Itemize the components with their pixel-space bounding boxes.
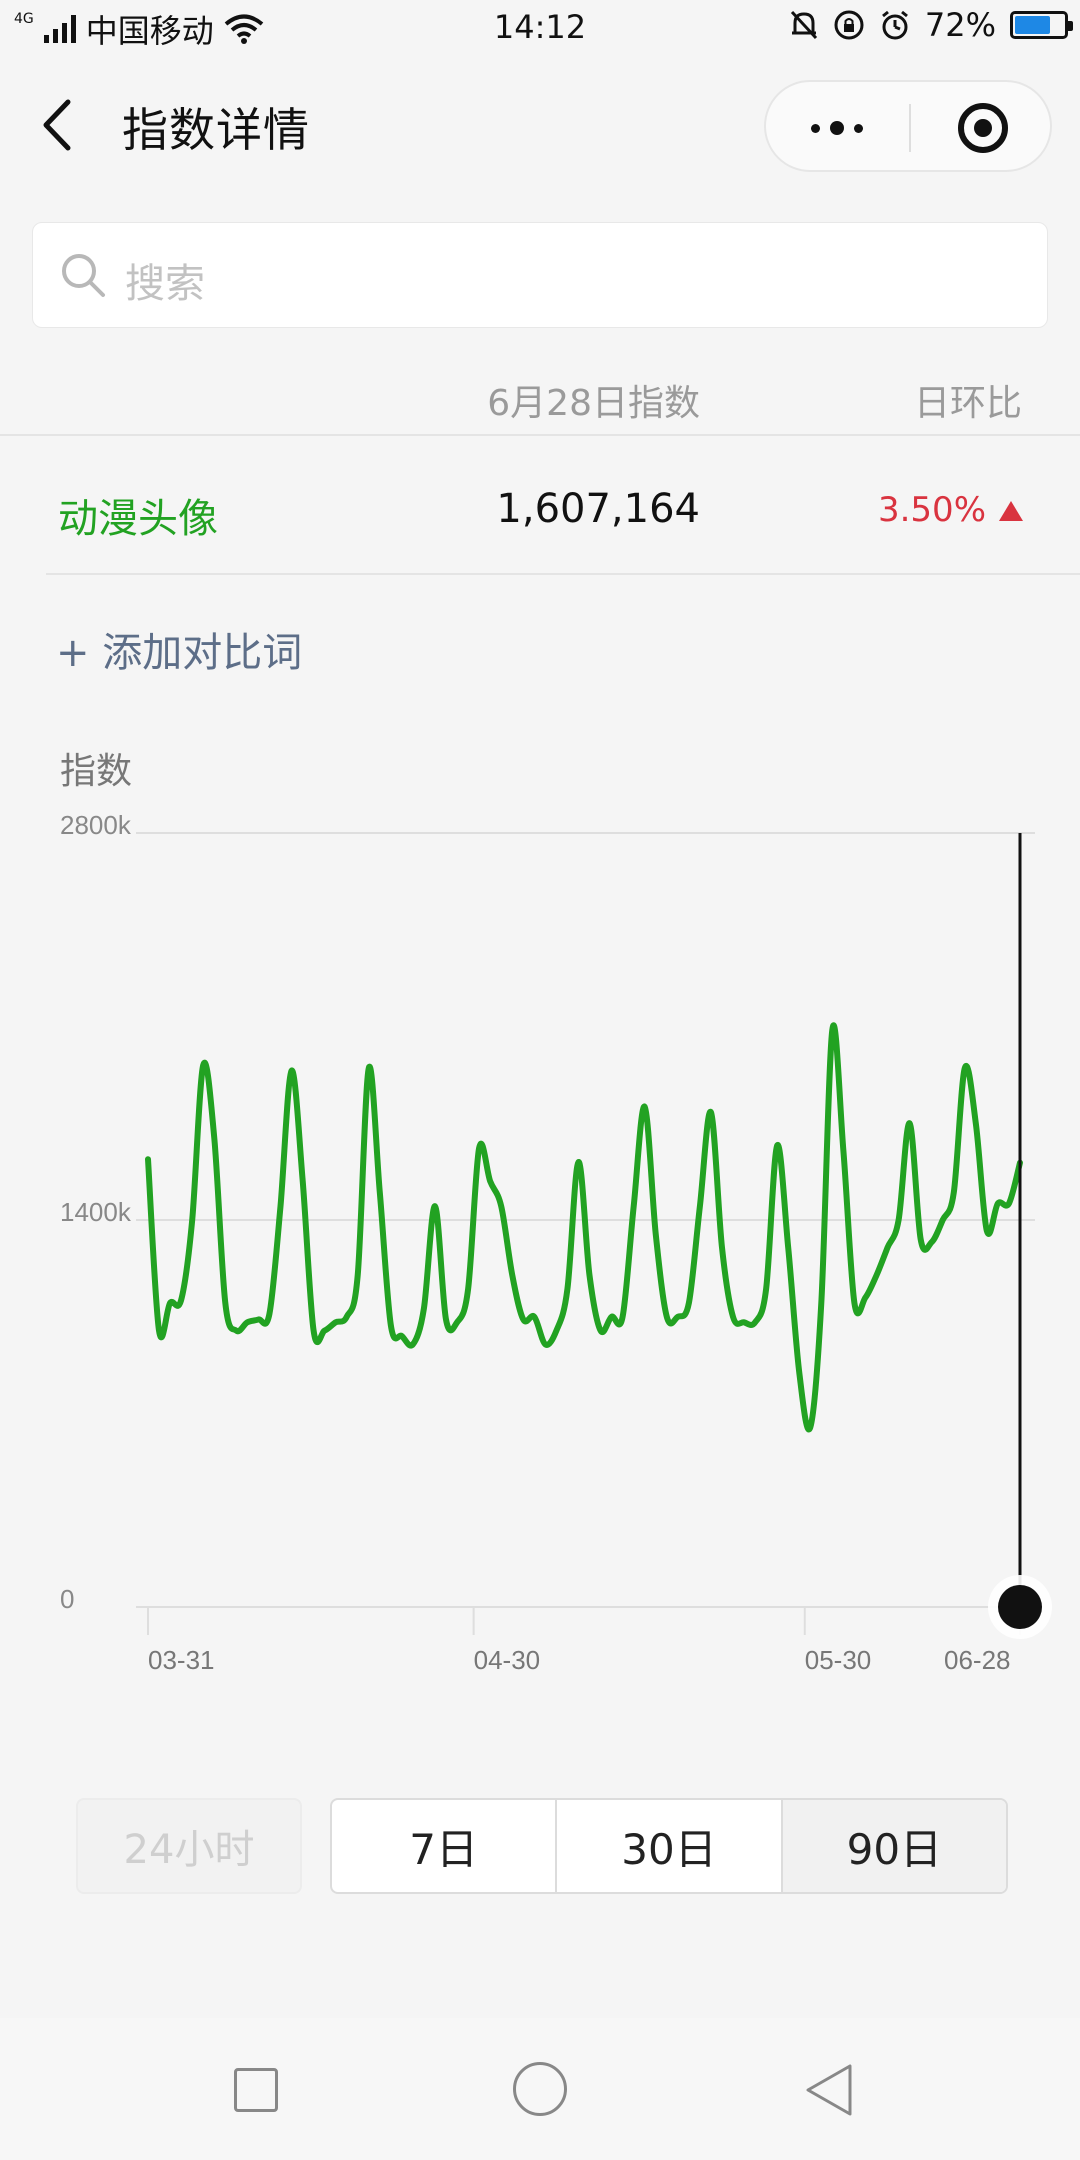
more-button[interactable] [766,82,908,174]
page-title: 指数详情 [122,103,310,157]
trend-up-icon [999,501,1023,521]
range-24h-button[interactable]: 24小时 [76,1798,302,1894]
navbar: 指数详情 [0,70,1080,180]
series-line [145,1022,1023,1433]
search-placeholder: 搜索 [125,261,205,307]
rotation-lock-icon [834,10,864,40]
status-right: 72% [789,6,1073,44]
search-input[interactable]: 搜索 [32,222,1048,328]
back-button[interactable] [30,90,90,160]
system-navigation-bar [0,2018,1080,2160]
home-button[interactable] [513,2062,567,2116]
chevron-left-icon [43,99,71,151]
close-miniprogram-button[interactable] [912,82,1054,174]
x-tick-label: 04-30 [474,1645,541,1675]
y-tick-label: 0 [60,1584,74,1614]
column-header-date-index: 6月28日指数 [487,383,700,424]
back-triangle-icon[interactable] [804,2062,854,2118]
y-tick-label: 1400k [60,1197,132,1227]
selection-handle[interactable] [998,1585,1042,1629]
range-90d-button[interactable]: 90日 [782,1800,1006,1892]
more-dot-icon [811,123,820,133]
divider [0,434,1080,436]
battery-level [1015,16,1050,34]
range-7d-button[interactable]: 7日 [332,1800,558,1892]
column-header-day-ratio: 日环比 [913,383,1022,424]
index-trend-chart[interactable]: 2800k 1400k 0 03-31 04-30 05-30 06-28 [0,800,1080,1700]
keyword-day-ratio: 3.50% [877,490,986,530]
miniprogram-capsule [764,80,1052,172]
more-dot-icon [854,123,863,133]
divider [46,573,1080,575]
capsule-divider [909,104,911,152]
status-bar: 4G 中国移动 14:12 72% [0,0,1080,56]
add-compare-word-button[interactable]: + 添加对比词 [56,620,302,678]
battery-percent: 72% [924,6,996,44]
x-tick-label: 06-28 [944,1645,1011,1675]
more-dot-icon [830,121,844,135]
keyword-index-value: 1,607,164 [496,486,700,532]
mute-bell-icon [790,10,817,40]
recent-apps-button[interactable] [234,2068,278,2112]
search-icon [62,254,105,297]
battery-icon [1010,11,1073,39]
range-button-group: 7日 30日 90日 [330,1798,1008,1894]
y-tick-label: 2800k [60,810,132,840]
target-icon [958,103,1008,153]
chart-y-axis-label: 指数 [60,751,133,792]
x-axis-ticks: 03-31 04-30 05-30 06-28 [147,1607,1021,1675]
x-tick-label: 05-30 [805,1645,872,1675]
range-30d-button[interactable]: 30日 [557,1800,783,1892]
keyword-name[interactable]: 动漫头像 [58,486,218,544]
x-tick-label: 03-31 [148,1645,215,1675]
alarm-icon [881,10,908,40]
index-detail-page: 4G 中国移动 14:12 72% 指数详情 搜索 6月28日指数 日环比 动漫… [0,0,1080,2160]
